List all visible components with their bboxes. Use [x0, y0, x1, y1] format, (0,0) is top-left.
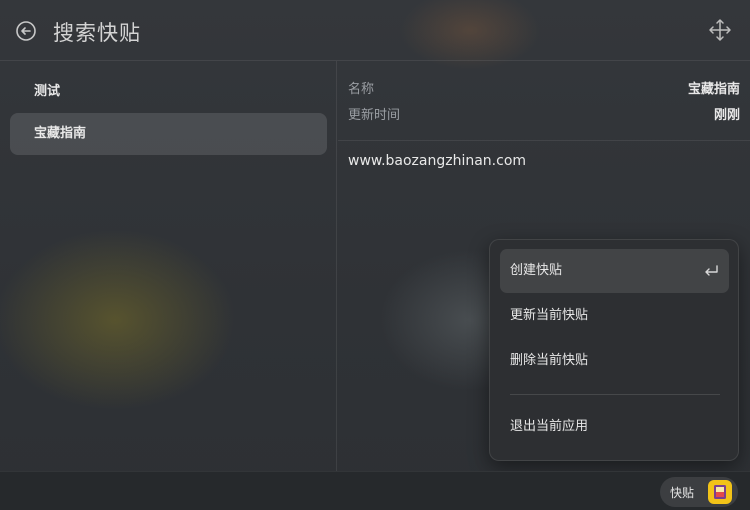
name-label: 名称: [348, 82, 375, 97]
app-chip[interactable]: 快贴: [660, 477, 738, 507]
footer: 快贴: [0, 471, 750, 510]
updated-row: 更新时间 刚刚: [348, 104, 740, 124]
list-item-selected[interactable]: 宝藏指南: [10, 113, 327, 155]
create-snippet-menu-item[interactable]: 创建快贴: [500, 249, 729, 293]
list-item[interactable]: 测试: [10, 71, 327, 113]
name-value: 宝藏指南: [687, 82, 740, 97]
updated-label: 更新时间: [348, 108, 401, 123]
create-snippet-label: 创建快贴: [510, 263, 563, 278]
notebook-icon: [714, 485, 726, 499]
exit-app-menu-item[interactable]: 退出当前应用: [500, 405, 729, 449]
page-title: 搜索快贴: [53, 21, 141, 45]
back-button[interactable]: [14, 19, 38, 43]
app-icon: [708, 480, 732, 504]
app-chip-label: 快贴: [670, 486, 695, 500]
snippet-list: 测试 宝藏指南: [0, 61, 337, 471]
app-window: 搜索快贴 测试 宝藏指南 名称 宝藏指南 更新时间 刚刚 www.baozang…: [0, 0, 750, 510]
menu-divider: [510, 394, 720, 395]
snippet-content: www.baozangzhinan.com: [348, 153, 527, 169]
metadata: 名称 宝藏指南 更新时间 刚刚: [338, 61, 750, 141]
update-snippet-menu-item[interactable]: 更新当前快贴: [500, 294, 729, 338]
header: 搜索快贴: [0, 0, 750, 61]
delete-snippet-menu-item[interactable]: 删除当前快贴: [500, 339, 729, 383]
enter-key-icon: [705, 265, 718, 276]
action-menu: 创建快贴 更新当前快贴 删除当前快贴 退出当前应用: [489, 239, 739, 461]
updated-value: 刚刚: [713, 108, 740, 123]
move-button[interactable]: [708, 18, 732, 42]
back-arrow-icon: [16, 21, 36, 41]
name-row: 名称 宝藏指南: [348, 78, 740, 98]
move-arrows-icon: [709, 19, 731, 41]
